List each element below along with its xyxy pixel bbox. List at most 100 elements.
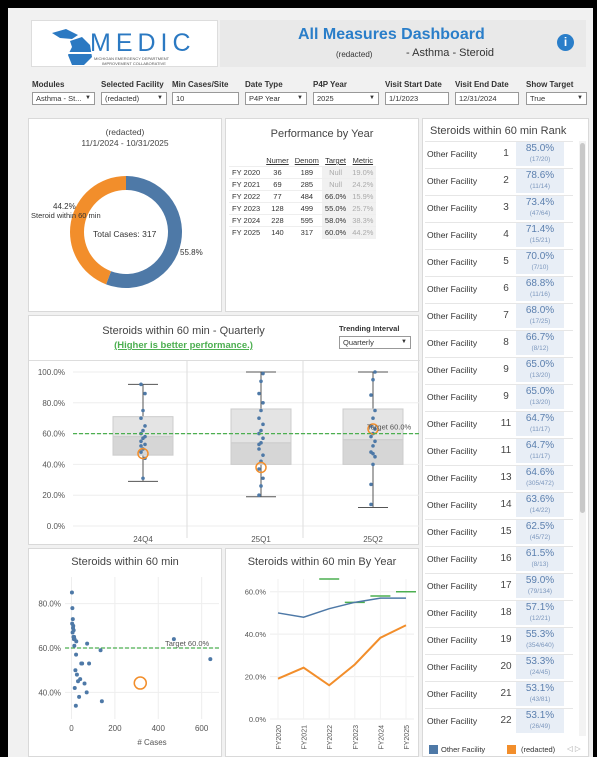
perf-cell: FY 2021 [229,178,264,191]
rank-scrollbar[interactable] [579,141,586,736]
rank-count: (17/20) [529,156,551,163]
dashboard: MEDIC MICHIGAN EMERGENCY DEPARTMENT IMPR… [8,8,593,757]
rank-percent: 73.4% [525,197,555,208]
rank-row[interactable]: Other Facility 7 68.0% (17/25) [425,303,573,328]
rank-facility-name: Other Facility [427,365,478,375]
perf-cell: 66.0% [321,190,350,203]
box-point [369,482,373,487]
rank-row[interactable]: Other Facility 17 59.0% (79/134) [425,573,573,598]
box-point [371,462,375,467]
rank-number: 16 [500,553,512,564]
rank-number: 19 [500,634,512,645]
y-tick-label: 0.0% [249,715,266,724]
visit-start-input[interactable]: 1/1/2023 [385,92,449,105]
scatter-point [82,681,87,686]
rank-percent: 53.1% [525,683,555,694]
rank-row[interactable]: Other Facility 18 57.1% (12/21) [425,600,573,625]
y-tick-label: 20.0% [245,673,267,682]
scrollbar-thumb[interactable] [580,143,585,513]
rank-row[interactable]: Other Facility 21 53.1% (43/81) [425,681,573,706]
perf-cell: FY 2025 [229,226,264,239]
rank-number: 21 [500,688,512,699]
logo-subtitle-2: IMPROVEMENT COLLABORATIVE [102,61,166,66]
perf-cell: 19.0% [349,166,377,179]
rank-row[interactable]: Other Facility 14 63.6% (14/22) [425,492,573,517]
facility-dropdown[interactable]: (redacted) ▼ [101,92,167,105]
perf-cell: FY 2022 [229,190,264,203]
scatter-point [73,668,78,673]
perf-row: FY 2020 36 189 Null 19.0% [229,166,377,179]
rank-facility-name: Other Facility [427,419,478,429]
rank-facility-name: Other Facility [427,338,478,348]
min-cases-input[interactable]: 10 [172,92,239,105]
perf-cell: 15.9% [349,190,377,203]
perf-cell: 189 [291,166,322,179]
rank-row[interactable]: Other Facility 22 53.1% (26/49) [425,708,573,733]
rank-number: 17 [500,580,512,591]
box-point [369,393,373,397]
quarterly-boxplot: 0.0% 20.0% 40.0% 60.0% 80.0% 100.0% 24Q4 25Q1 25… [29,360,420,544]
modules-label: Modules [32,80,65,89]
rank-row[interactable]: Other Facility 3 73.4% (47/64) [425,195,573,220]
rank-row[interactable]: Other Facility 11 64.7% (11/17) [425,411,573,436]
rank-metric: 55.3% (354/640) [516,628,564,652]
perf-header-cell: Target [325,156,346,165]
perf-cell: 128 [263,202,292,215]
rank-row[interactable]: Other Facility 1 85.0% (17/20) [425,141,573,166]
rank-number: 14 [500,499,512,510]
date-type-dropdown[interactable]: P4P Year ▼ [245,92,307,105]
rank-row[interactable]: Other Facility 16 61.5% (8/13) [425,546,573,571]
legend-nav[interactable]: ◁ ▷ [567,744,581,753]
rank-row[interactable]: Other Facility 11 64.7% (11/17) [425,438,573,463]
x-axis-label: # Cases [137,738,166,747]
rank-count: (12/21) [529,615,551,622]
rank-row[interactable]: Other Facility 20 53.3% (24/45) [425,654,573,679]
perf-header-cell: Metric [352,156,374,165]
box-point [143,442,147,447]
rank-row[interactable]: Other Facility 5 70.0% (7/10) [425,249,573,274]
visit-end-input[interactable]: 12/31/2024 [455,92,519,105]
donut-orange-pct: 44.2% [53,202,76,211]
rank-row[interactable]: Other Facility 13 64.6% (305/472) [425,465,573,490]
scatter-point [74,672,79,677]
x-tick-label: FY2025 [404,725,411,750]
scatter-point [208,657,213,662]
rank-row[interactable]: Other Facility 19 55.3% (354/640) [425,627,573,652]
facility-name: (redacted) [336,50,373,59]
rank-facility-name: Other Facility [427,635,478,645]
box-point [257,493,261,497]
rank-percent: 64.6% [525,467,555,478]
modules-dropdown[interactable]: Asthma - St... ▼ [32,92,95,105]
perf-cell: 58.0% [321,214,350,227]
box-point [373,408,377,413]
box-point [257,442,261,447]
p4p-year-dropdown[interactable]: 2025 ▼ [313,92,379,105]
rank-row[interactable]: Other Facility 9 65.0% (13/20) [425,357,573,382]
y-tick-label: 80.0% [38,600,61,609]
show-target-dropdown[interactable]: True ▼ [526,92,587,105]
date-type-value: P4P Year [249,94,281,103]
legend: Other Facility (redacted) ◁ ▷ [423,742,590,756]
y-tick-label: 100.0% [38,368,65,377]
rank-metric: 57.1% (12/21) [516,601,564,625]
perf-header-cell: Numer [266,156,289,165]
rank-metric: 78.6% (11/14) [516,169,564,193]
rank-count: (7/10) [531,264,549,271]
rank-row[interactable]: Other Facility 2 78.6% (11/14) [425,168,573,193]
x-tick-label: 25Q1 [251,535,271,544]
box-point [371,377,375,382]
rank-count: (11/14) [529,183,551,190]
rank-row[interactable]: Other Facility 9 65.0% (13/20) [425,384,573,409]
donut-total: Total Cases: 317 [93,229,157,239]
rank-row[interactable]: Other Facility 8 66.7% (8/12) [425,330,573,355]
info-icon[interactable]: i [557,34,574,51]
box-point [139,444,143,448]
rank-percent: 62.5% [525,521,555,532]
box-point [257,447,261,451]
rank-row[interactable]: Other Facility 6 68.8% (11/16) [425,276,573,301]
rank-row[interactable]: Other Facility 4 71.4% (15/21) [425,222,573,247]
rank-row[interactable]: Other Facility 15 62.5% (45/72) [425,519,573,544]
perf-header-cell [229,155,263,167]
chevron-down-icon: ▼ [297,95,303,101]
rank-count: (15/21) [529,237,551,244]
